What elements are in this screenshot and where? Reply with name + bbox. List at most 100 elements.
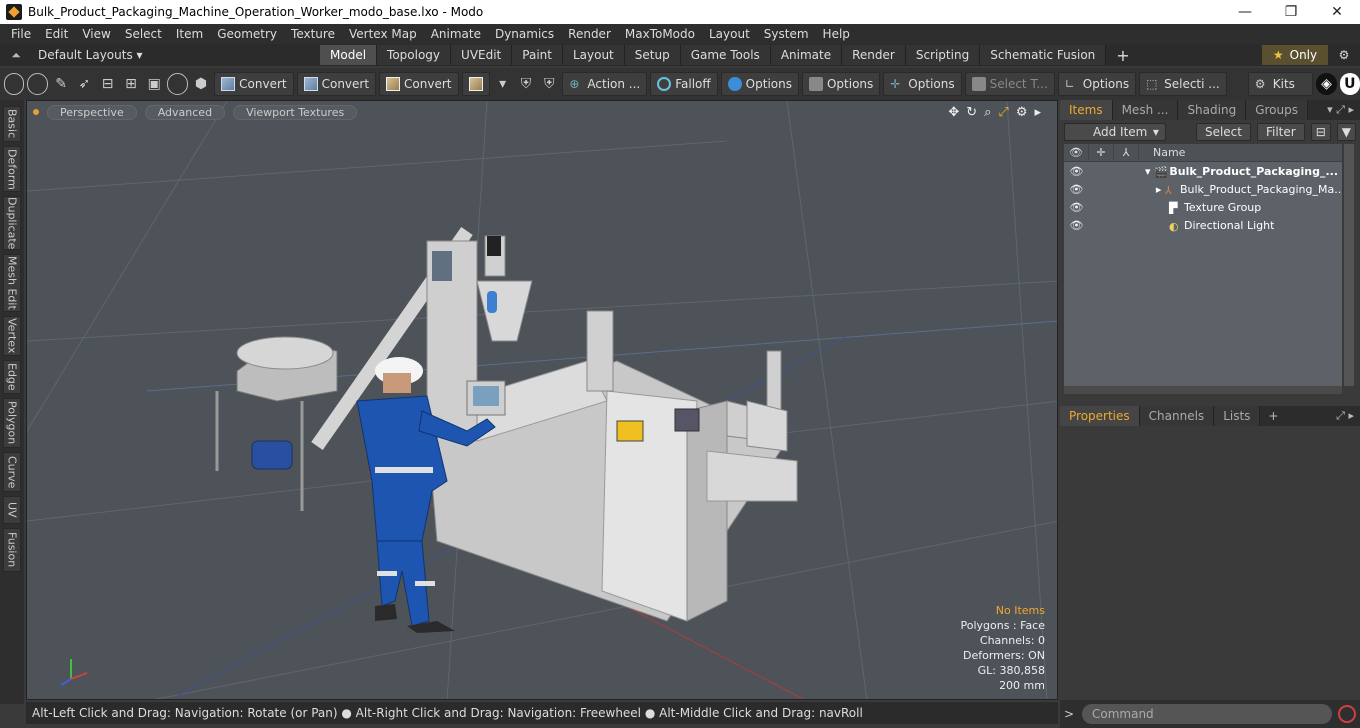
rotate-view-icon[interactable]: ↻	[966, 105, 977, 120]
select-button[interactable]: Select	[1195, 123, 1251, 141]
tab-paint[interactable]: Paint	[512, 45, 563, 65]
menu-animate[interactable]: Animate	[424, 27, 488, 41]
convert-button-2[interactable]: Convert	[296, 72, 377, 96]
select-through-button[interactable]: Select T...	[964, 72, 1055, 96]
convert-button-1[interactable]: Convert	[214, 72, 294, 96]
tab-topology[interactable]: Topology	[377, 45, 452, 65]
viewport-expand-icon[interactable]: ▸	[1034, 105, 1041, 120]
record-macro-icon[interactable]	[1338, 705, 1356, 723]
items-vertical-scrollbar[interactable]	[1344, 144, 1354, 386]
funnel-icon[interactable]: ▼	[1336, 123, 1356, 141]
tab-uvedit[interactable]: UVEdit	[451, 45, 513, 65]
tab-lists[interactable]: Lists	[1214, 406, 1261, 426]
zoom-view-icon[interactable]: ⌕	[984, 105, 991, 120]
only-toggle[interactable]: ★ Only	[1262, 45, 1328, 65]
filter-button[interactable]: Filter	[1256, 123, 1305, 141]
tab-properties[interactable]: Properties	[1060, 406, 1140, 426]
dropdown-arrow-icon[interactable]: ▾	[493, 73, 513, 95]
vtab-basic[interactable]: Basic	[3, 106, 21, 142]
symmetry-icon[interactable]: ⊟	[98, 73, 118, 95]
vtab-deform[interactable]: Deform	[3, 146, 21, 192]
default-layouts-dropdown[interactable]: ⏶ Default Layouts ▾	[0, 48, 320, 63]
menu-system[interactable]: System	[757, 27, 816, 41]
menu-view[interactable]: View	[75, 27, 117, 41]
selection-sets-button[interactable]: ⬚ Selecti ...	[1139, 72, 1227, 96]
vtab-uv[interactable]: UV	[3, 496, 21, 524]
snap-icon[interactable]: ▣	[144, 73, 164, 95]
fit-view-icon[interactable]: ⤢	[998, 105, 1008, 120]
options-button-1[interactable]: Options	[720, 72, 799, 96]
mesh-dropdown-button[interactable]	[461, 72, 490, 96]
collapse-icon[interactable]: ⊟	[1310, 123, 1331, 141]
minimize-button[interactable]: —	[1222, 0, 1268, 24]
list-item[interactable]: 👁 ▸ ⅄ Bulk_Product_Packaging_Ma...	[1064, 180, 1342, 198]
action-center-button[interactable]: ⊕ Action ...	[562, 72, 648, 96]
menu-maxtomodo[interactable]: MaxToModo	[618, 27, 702, 41]
menu-edit[interactable]: Edit	[38, 27, 75, 41]
list-item[interactable]: 👁 ◐ Directional Light	[1064, 216, 1342, 234]
vtab-vertex[interactable]: Vertex	[3, 316, 21, 356]
workplane-icon[interactable]: ⊞	[121, 73, 141, 95]
eye-icon[interactable]: 👁	[1064, 165, 1089, 178]
tab-model[interactable]: Model	[320, 45, 378, 65]
viewport-textures-button[interactable]: Viewport Textures	[233, 104, 358, 120]
command-input[interactable]: Command	[1082, 704, 1332, 724]
maximize-button[interactable]: ❐	[1268, 0, 1314, 24]
tab-render[interactable]: Render	[842, 45, 906, 65]
perspective-button[interactable]: Perspective	[47, 104, 137, 120]
3d-viewport[interactable]: Perspective Advanced Viewport Textures ✥…	[26, 100, 1058, 700]
unity-icon[interactable]: ◈	[1316, 73, 1337, 95]
vtab-fusion[interactable]: Fusion	[3, 528, 21, 572]
tab-channels[interactable]: Channels	[1139, 406, 1215, 426]
tab-setup[interactable]: Setup	[624, 45, 681, 65]
kits-button[interactable]: ⚙ Kits	[1247, 72, 1314, 96]
shield-icon[interactable]: ⛨	[516, 73, 536, 95]
add-item-button[interactable]: Add Item ▾	[1064, 123, 1166, 141]
collapse-arrow-icon[interactable]: ▸	[1156, 183, 1165, 196]
tab-items[interactable]: Items	[1060, 100, 1113, 120]
tab-game-tools[interactable]: Game Tools	[680, 45, 771, 65]
menu-select[interactable]: Select	[118, 27, 169, 41]
pen-icon[interactable]: ✎	[51, 73, 71, 95]
move-view-icon[interactable]: ✥	[948, 105, 959, 120]
menu-render[interactable]: Render	[561, 27, 618, 41]
tab-groups[interactable]: Groups	[1246, 100, 1308, 120]
vtab-duplicate[interactable]: Duplicate	[3, 196, 21, 250]
panel-options-icon[interactable]: ⤢ ▸	[1336, 409, 1360, 423]
menu-item[interactable]: Item	[169, 27, 210, 41]
menu-texture[interactable]: Texture	[284, 27, 342, 41]
eye-icon[interactable]: 👁	[1064, 183, 1089, 196]
options-button-3[interactable]: ✛ Options	[883, 72, 962, 96]
list-item[interactable]: 👁 ▾ 🎬Bulk_Product_Packaging_...	[1064, 162, 1342, 180]
menu-dynamics[interactable]: Dynamics	[488, 27, 561, 41]
vtab-curve[interactable]: Curve	[3, 452, 21, 492]
options-button-4[interactable]: ∟ Options	[1057, 72, 1137, 96]
mesh-cube-icon[interactable]: ⬢	[191, 73, 211, 95]
menu-vertex-map[interactable]: Vertex Map	[342, 27, 424, 41]
lasso-icon[interactable]: ➶	[74, 73, 94, 95]
vtab-mesh-edit[interactable]: Mesh Edit	[3, 254, 21, 312]
list-item[interactable]: 👁 ▛ Texture Group	[1064, 198, 1342, 216]
menu-help[interactable]: Help	[816, 27, 857, 41]
eye-icon[interactable]: 👁	[1064, 201, 1089, 214]
items-horizontal-scrollbar[interactable]	[1064, 386, 1342, 394]
add-tab-icon[interactable]: +	[1260, 409, 1286, 423]
tab-animate[interactable]: Animate	[770, 45, 843, 65]
eye-icon[interactable]: 👁	[1064, 219, 1089, 232]
panel-options-icon[interactable]: ▾ ⤢ ▸	[1327, 103, 1360, 117]
viewport-menu-dot[interactable]	[33, 109, 39, 115]
expand-arrow-icon[interactable]: ▾	[1145, 165, 1154, 178]
menu-geometry[interactable]: Geometry	[210, 27, 284, 41]
add-tab-icon[interactable]: +	[1106, 46, 1139, 65]
gear-icon[interactable]: ⚙	[1328, 48, 1360, 62]
vtab-polygon[interactable]: Polygon	[3, 398, 21, 448]
menu-file[interactable]: File	[4, 27, 38, 41]
falloff-circle-icon[interactable]	[167, 73, 188, 95]
convert-button-3[interactable]: Convert	[379, 72, 459, 96]
tab-scripting[interactable]: Scripting	[905, 45, 981, 65]
close-button[interactable]: ✕	[1314, 0, 1360, 24]
falloff-button[interactable]: Falloff	[650, 72, 718, 96]
advanced-button[interactable]: Advanced	[144, 104, 226, 120]
shield-alt-icon[interactable]: ⛨	[539, 73, 559, 95]
menu-layout[interactable]: Layout	[702, 27, 757, 41]
